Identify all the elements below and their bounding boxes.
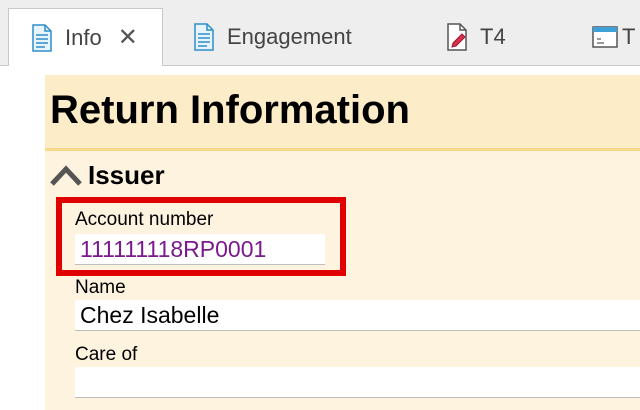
chevron-up-icon[interactable] [50, 163, 82, 187]
tab-info-label: Info [65, 24, 102, 50]
account-number-highlight [56, 197, 346, 276]
tab-t-partial-label: T [622, 24, 636, 49]
section-issuer-label: Issuer [88, 159, 165, 190]
care-of-field[interactable] [75, 367, 640, 398]
tab-info[interactable]: Info ✕ [8, 8, 163, 66]
name-field[interactable]: Chez Isabelle [75, 300, 640, 331]
tab-engagement[interactable]: Engagement [193, 8, 352, 66]
document-icon [193, 23, 215, 51]
tab-engagement-label: Engagement [227, 24, 352, 49]
care-of-label: Care of [75, 344, 138, 365]
tab-t4[interactable]: T4 [446, 8, 506, 66]
title-underline [45, 148, 640, 151]
name-label: Name [75, 277, 126, 298]
document-icon [31, 23, 53, 52]
close-icon[interactable]: ✕ [118, 25, 138, 50]
tab-t-partial[interactable]: T [592, 8, 635, 66]
page-title: Return Information [50, 88, 410, 132]
form-pencil-icon [446, 23, 468, 51]
form-window-icon [592, 23, 618, 51]
tab-t4-label: T4 [480, 24, 506, 49]
section-issuer-toggle[interactable]: Issuer [50, 158, 165, 192]
